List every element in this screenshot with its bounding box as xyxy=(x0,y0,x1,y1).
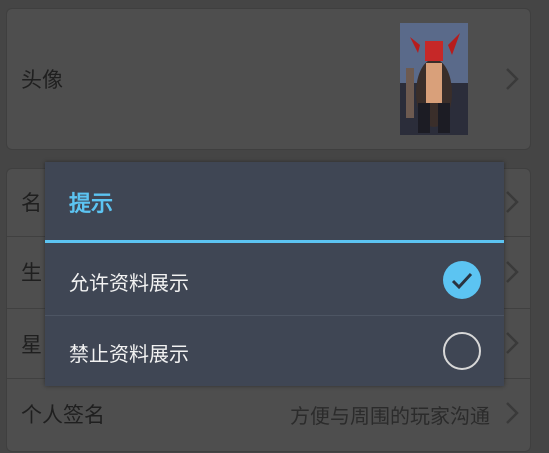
prompt-dialog: 提示 允许资料展示 禁止资料展示 xyxy=(45,162,504,386)
signature-value: 方便与周围的玩家沟通 xyxy=(290,404,490,428)
option-label: 允许资料展示 xyxy=(69,271,189,295)
name-label: 名 xyxy=(21,191,42,215)
chevron-right-icon xyxy=(506,402,519,424)
check-circle-icon[interactable] xyxy=(442,260,482,300)
chevron-right-icon xyxy=(506,261,519,283)
chevron-right-icon xyxy=(506,332,519,354)
option-allow-profile[interactable]: 允许资料展示 xyxy=(45,245,504,315)
dialog-title: 提示 xyxy=(69,192,114,217)
chevron-right-icon xyxy=(506,191,519,213)
profile-row-signature[interactable]: 个人签名 方便与周围的玩家沟通 xyxy=(7,379,530,449)
avatar-label: 头像 xyxy=(21,68,63,92)
empty-circle-icon[interactable] xyxy=(442,331,482,371)
profile-screen: 头像 名 生 星 个人签名 方便与周围的玩家沟通 提示 允许资料展示 禁止资料展… xyxy=(0,0,549,453)
constellation-label: 星 xyxy=(21,333,42,357)
chevron-right-icon xyxy=(506,68,519,90)
avatar-card: 头像 xyxy=(6,8,531,150)
birthday-label: 生 xyxy=(21,261,42,285)
avatar xyxy=(400,23,468,135)
avatar-row[interactable]: 头像 xyxy=(7,9,530,149)
dialog-title-divider xyxy=(45,240,504,243)
signature-label: 个人签名 xyxy=(21,403,105,427)
option-deny-profile[interactable]: 禁止资料展示 xyxy=(45,316,504,386)
option-label: 禁止资料展示 xyxy=(69,342,189,366)
